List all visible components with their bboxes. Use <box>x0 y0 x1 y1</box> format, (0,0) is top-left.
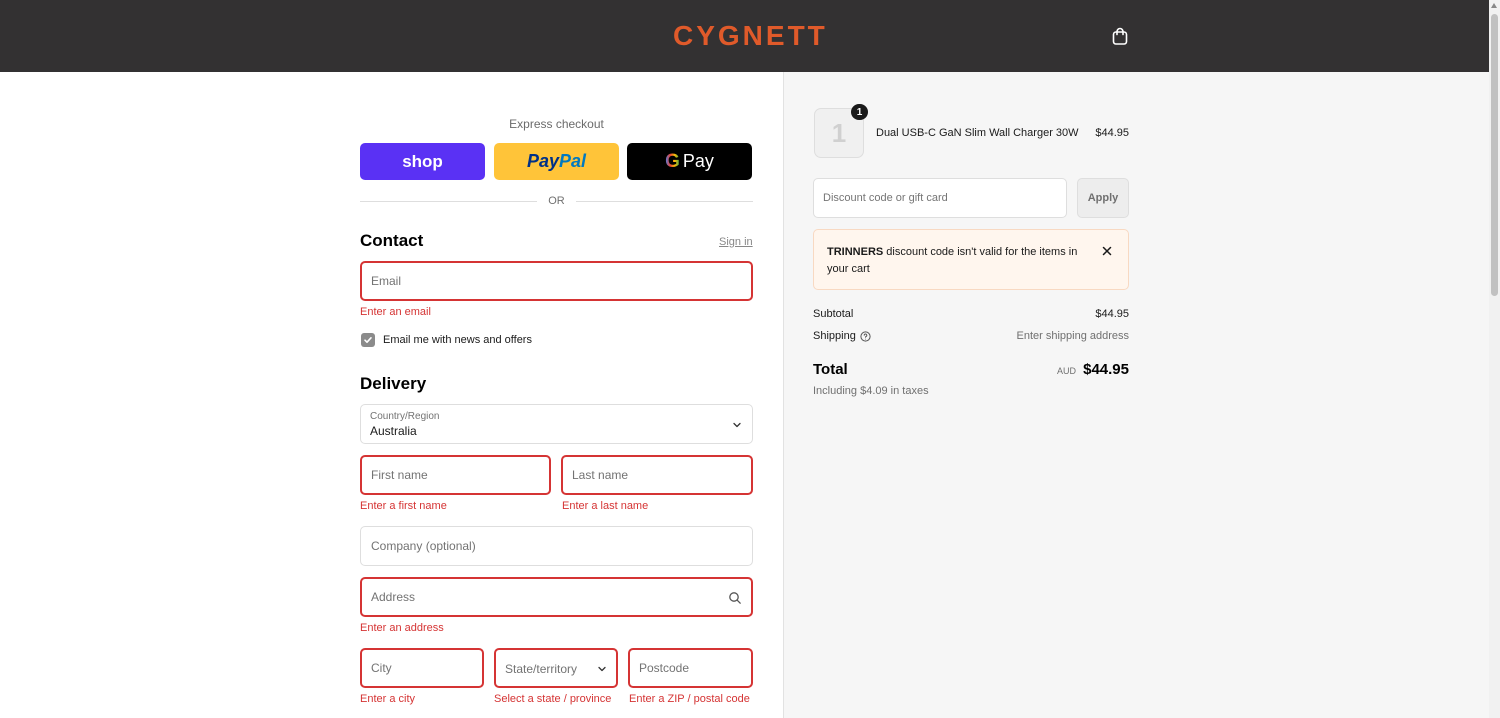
address-field[interactable] <box>360 577 753 617</box>
country-select[interactable]: Country/Region Australia <box>360 404 753 444</box>
last-name-input[interactable] <box>563 457 751 493</box>
shop-pay-button[interactable]: shop <box>360 143 485 180</box>
total-value: $44.95 <box>1083 361 1129 378</box>
or-divider: OR <box>360 195 753 209</box>
discount-error-message: TRINNERS discount code isn't valid for t… <box>827 244 1087 278</box>
google-pay-button[interactable]: G Pay <box>627 143 752 180</box>
discount-field[interactable] <box>813 178 1067 218</box>
subtotal-label: Subtotal <box>813 308 854 320</box>
shipping-label: Shipping <box>813 330 856 342</box>
postcode-input[interactable] <box>630 650 751 686</box>
quantity-badge: 1 <box>851 104 868 120</box>
first-name-input[interactable] <box>362 457 549 493</box>
scroll-up-arrow-icon[interactable] <box>1491 3 1497 8</box>
shipping-value: Enter shipping address <box>1016 330 1129 342</box>
store-header: CYGNETT <box>0 0 1489 72</box>
address-input[interactable] <box>362 579 751 615</box>
city-input[interactable] <box>362 650 482 686</box>
newsletter-checkbox[interactable] <box>361 333 375 347</box>
first-name-field[interactable] <box>360 455 551 495</box>
email-field[interactable] <box>360 261 753 301</box>
sign-in-link[interactable]: Sign in <box>719 236 753 248</box>
email-input[interactable] <box>362 263 751 299</box>
page-scrollbar[interactable] <box>1489 0 1500 718</box>
discount-code: TRINNERS <box>827 246 884 258</box>
discount-error-notice: TRINNERS discount code isn't valid for t… <box>813 229 1129 290</box>
google-g-icon: G <box>665 150 680 172</box>
postcode-error: Enter a ZIP / postal code <box>629 693 750 705</box>
company-input[interactable] <box>361 527 752 565</box>
first-name-error: Enter a first name <box>360 500 447 512</box>
last-name-field[interactable] <box>561 455 753 495</box>
subtotal-value: $44.95 <box>1095 308 1129 320</box>
checkmark-icon <box>364 337 372 343</box>
divider-line-right <box>576 201 753 202</box>
cart-button[interactable] <box>1109 25 1131 47</box>
state-placeholder: State/territory <box>505 662 578 676</box>
country-value: Australia <box>370 424 417 438</box>
email-error: Enter an email <box>360 306 431 318</box>
brand-logo[interactable]: CYGNETT <box>673 21 828 51</box>
search-icon[interactable] <box>728 591 742 605</box>
product-name: Dual USB-C GaN Slim Wall Charger 30W <box>876 127 1079 139</box>
shopping-bag-icon <box>1112 27 1128 45</box>
tax-note: Including $4.09 in taxes <box>813 385 929 397</box>
chevron-down-icon <box>733 422 741 428</box>
delivery-heading: Delivery <box>360 374 427 393</box>
close-icon[interactable] <box>1100 244 1114 258</box>
apply-discount-button[interactable]: Apply <box>1077 178 1129 218</box>
last-name-error: Enter a last name <box>562 500 649 512</box>
paypal-button[interactable]: PayPal <box>494 143 619 180</box>
state-error: Select a state / province <box>494 693 612 705</box>
state-select[interactable]: State/territory <box>494 648 618 688</box>
postcode-field[interactable] <box>628 648 753 688</box>
address-error: Enter an address <box>360 622 444 634</box>
newsletter-label[interactable]: Email me with news and offers <box>383 334 532 346</box>
discount-input[interactable] <box>814 179 1066 217</box>
express-checkout-label: Express checkout <box>509 117 604 131</box>
city-error: Enter a city <box>360 693 416 705</box>
country-label: Country/Region <box>370 411 440 422</box>
contact-heading: Contact <box>360 231 424 250</box>
google-pay-label: Pay <box>682 151 714 171</box>
scrollbar-thumb[interactable] <box>1491 14 1498 296</box>
paypal-logo: PayPal <box>526 151 587 171</box>
help-circle-icon[interactable] <box>860 331 871 342</box>
total-label: Total <box>813 361 848 378</box>
product-image-placeholder: 1 <box>831 117 847 148</box>
city-field[interactable] <box>360 648 484 688</box>
chevron-down-icon <box>598 666 606 672</box>
company-field[interactable] <box>360 526 753 566</box>
shop-pay-label: shop <box>402 151 443 171</box>
product-price: $44.95 <box>1095 127 1129 139</box>
